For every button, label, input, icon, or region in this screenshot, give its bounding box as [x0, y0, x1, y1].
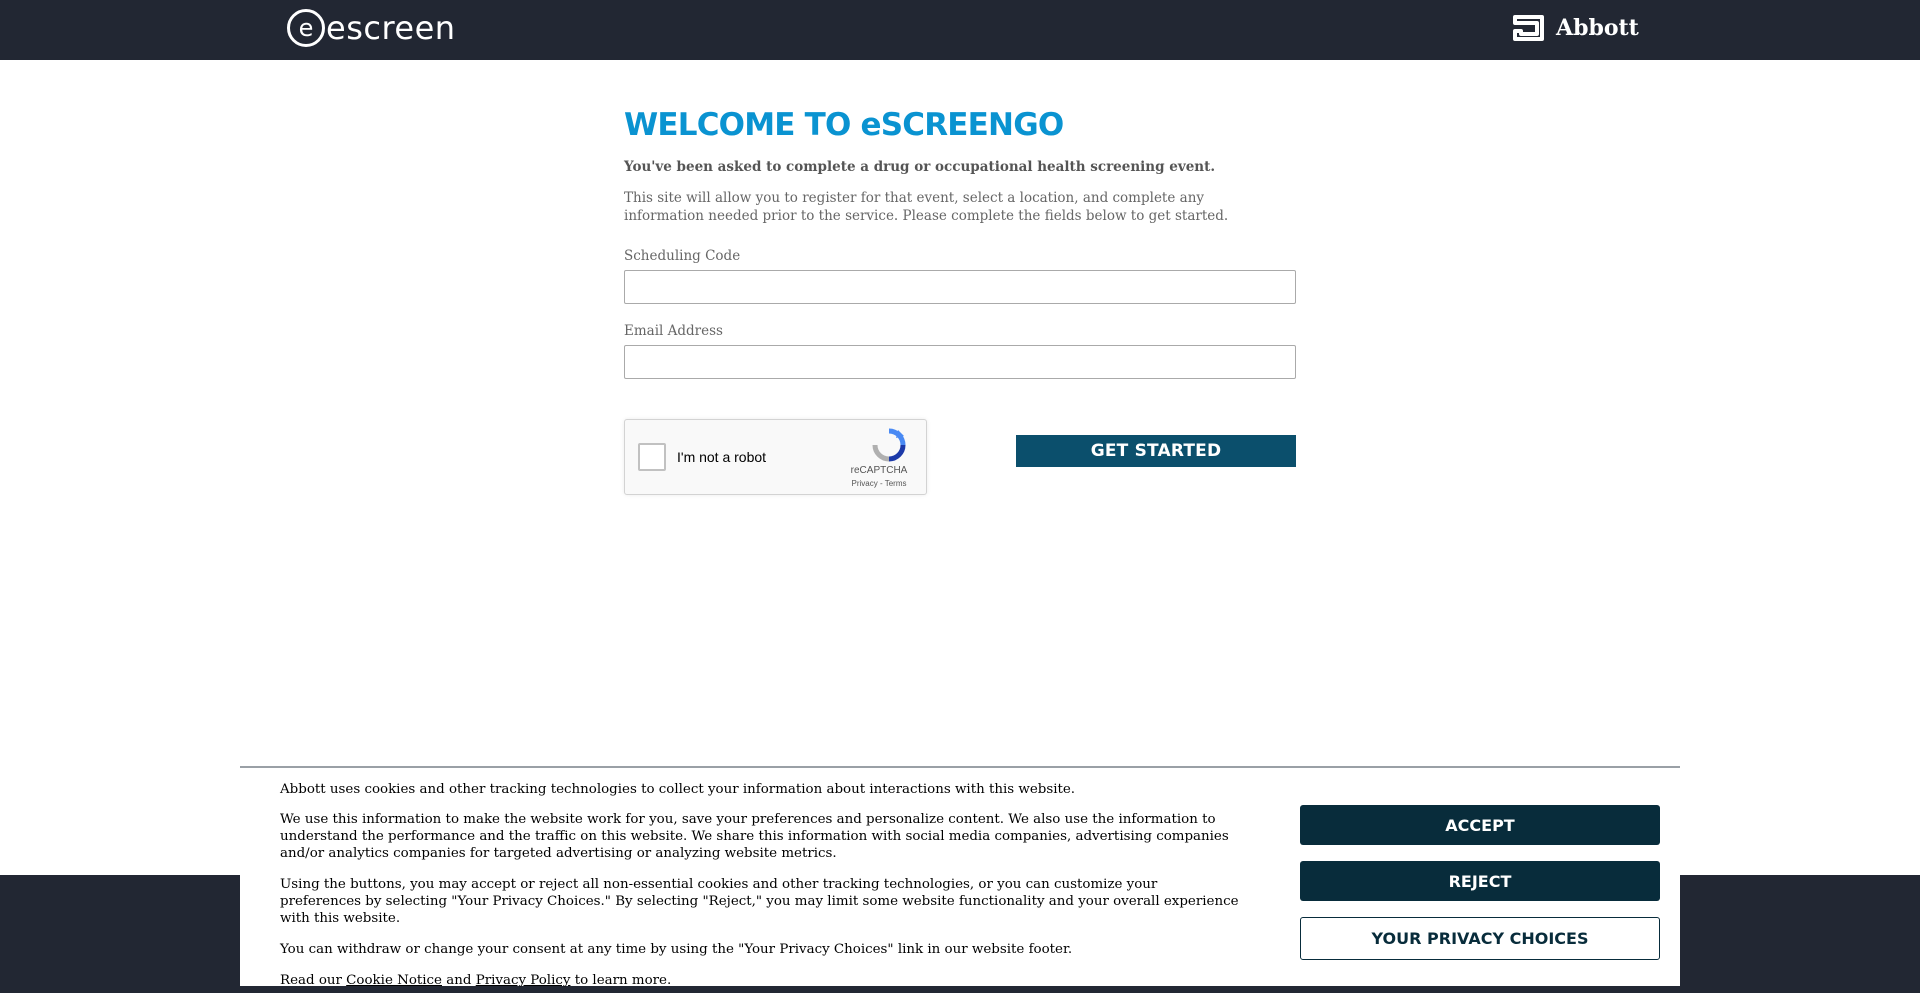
cookie-paragraph-2: We use this information to make the webs… [280, 812, 1229, 861]
scheduling-code-input[interactable] [624, 270, 1296, 304]
cookie-paragraph-4: You can withdraw or change your consent … [280, 942, 1073, 957]
recaptcha-label: I'm not a robot [677, 449, 767, 465]
abbott-logo-text: Abbott [1556, 15, 1639, 41]
cookie-learn-more-text: to learn more. [574, 973, 672, 988]
escreen-logo-mark: e [287, 9, 325, 47]
escreen-logo-text: escreen [326, 9, 456, 47]
recaptcha-privacy-terms-links[interactable]: Privacy - Terms [844, 479, 914, 488]
description-text: This site will allow you to register for… [624, 190, 1229, 224]
abbott-logo-icon [1513, 15, 1544, 41]
privacy-choices-button[interactable]: YOUR PRIVACY CHOICES [1300, 917, 1660, 960]
recaptcha-brand: reCAPTCHA [850, 465, 908, 476]
cookie-paragraph-5: Read our Cookie Notice and Privacy Polic… [280, 972, 1240, 989]
top-navbar: e escreen Abbott [0, 0, 1920, 60]
cookie-banner-text: Abbott uses cookies and other tracking t… [280, 781, 1240, 993]
abbott-logo: Abbott [1512, 12, 1639, 44]
recaptcha-logo-icon [872, 428, 906, 462]
escreen-logo[interactable]: e escreen [287, 8, 456, 48]
scheduling-code-label: Scheduling Code [624, 248, 741, 264]
email-address-input[interactable] [624, 345, 1296, 379]
recaptcha-widget: I'm not a robot reCAPTCHA Privacy - Term… [624, 419, 927, 495]
page-title: WELCOME TO eSCREENGO [624, 107, 1064, 143]
cookie-banner: Abbott uses cookies and other tracking t… [240, 766, 1680, 988]
lead-text: You've been asked to complete a drug or … [624, 159, 1216, 175]
cookie-read-our-text: Read our [280, 973, 342, 988]
recaptcha-checkbox[interactable] [638, 443, 666, 471]
email-address-label: Email Address [624, 323, 723, 339]
cookie-and-text: and [446, 973, 472, 988]
welcome-form: WELCOME TO eSCREENGO You've been asked t… [624, 104, 1296, 379]
privacy-policy-link[interactable]: Privacy Policy [476, 973, 571, 988]
cookie-notice-link[interactable]: Cookie Notice [346, 973, 442, 988]
accept-cookies-button[interactable]: ACCEPT [1300, 805, 1660, 845]
cookie-paragraph-3: Using the buttons, you may accept or rej… [280, 877, 1239, 926]
get-started-button[interactable]: GET STARTED [1016, 435, 1296, 467]
reject-cookies-button[interactable]: REJECT [1300, 861, 1660, 901]
cookie-paragraph-1: Abbott uses cookies and other tracking t… [280, 782, 1076, 797]
